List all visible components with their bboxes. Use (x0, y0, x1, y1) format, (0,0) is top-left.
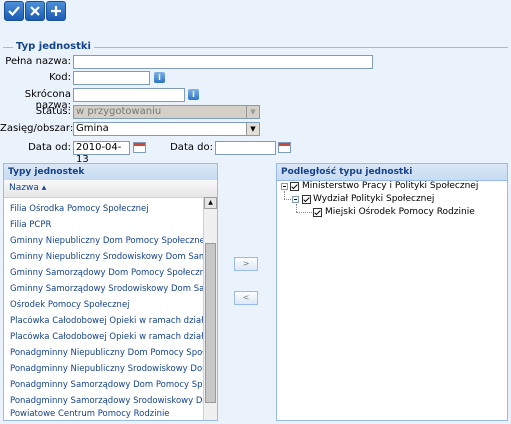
date-from-label: Data od: (28, 142, 71, 153)
list-item[interactable]: Gminny Niepubliczny Dom Pomocy Społeczne… (10, 236, 204, 246)
save-button[interactable] (4, 1, 24, 21)
scroll-up-icon[interactable]: ▲ (204, 197, 217, 209)
date-to-input[interactable] (215, 141, 276, 155)
tree-connector (296, 212, 312, 213)
move-left-button[interactable]: < (234, 291, 258, 305)
list-item[interactable]: Placówka Całodobowej Opieki w ramach dzi… (10, 332, 204, 342)
tree-node[interactable]: Ministerstwo Pracy i Polityki Społecznej (302, 181, 478, 191)
subordination-panel: Podległość typu jednostki Ministerstwo P… (276, 163, 508, 421)
unit-types-panel: Typy jednostek Nazwa ▴ Filia Ośrodka Pom… (3, 163, 218, 421)
list-item[interactable]: Placówka Całodobowej Opieki w ramach dzi… (10, 316, 204, 326)
status-label: Status: (35, 106, 71, 117)
list-item[interactable]: Powiatowe Centrum Pomocy Rodzinie (10, 409, 204, 419)
calendar-icon[interactable] (278, 142, 291, 153)
cancel-button[interactable] (25, 1, 45, 21)
calendar-icon[interactable] (133, 142, 146, 153)
panel-title: Typy jednostek (4, 164, 217, 181)
toolbar (0, 0, 511, 30)
list-item[interactable]: Gminny Samorządowy Dom Pomocy Społecznej (10, 268, 204, 278)
vertical-scrollbar[interactable]: ▲ (203, 197, 217, 420)
scope-value: Gmina (76, 123, 109, 134)
chevron-down-icon[interactable]: ▼ (246, 123, 259, 135)
check-icon (8, 6, 20, 17)
date-from-input[interactable]: 2010-04-13 (73, 141, 130, 165)
scope-label: Zasięg/obszar: (0, 123, 74, 134)
status-value: w przygotowaniu (76, 106, 162, 117)
code-info-icon[interactable]: i (154, 72, 165, 83)
tree-connector (284, 199, 291, 200)
list-item[interactable]: Filia Ośrodka Pomocy Społecznej (10, 204, 204, 214)
tree-connector (296, 204, 297, 212)
tree-connector (284, 191, 285, 199)
list-item[interactable]: Ponadgminny Niepubliczny Środowiskowy Do… (10, 364, 204, 374)
plus-icon (51, 6, 61, 16)
code-label: Kod: (49, 72, 71, 83)
status-select: w przygotowaniu ▼ (73, 105, 260, 119)
close-icon (30, 6, 40, 16)
tree-node[interactable]: Wydział Polityki Społecznej (313, 194, 434, 204)
move-right-button[interactable]: > (234, 257, 258, 271)
list-item[interactable]: Ponadgminny Samorządowy Dom Pomocy Społe… (10, 380, 204, 390)
collapse-icon[interactable] (292, 196, 299, 203)
panel-title: Podległość typu jednostki (277, 164, 507, 181)
scope-select[interactable]: Gmina ▼ (73, 122, 260, 136)
list-item[interactable]: Ponadgminny Samorządowy Środowiskowy Dom… (10, 396, 204, 406)
short-name-input[interactable] (73, 88, 185, 102)
fieldset-legend: Typ jednostki (13, 41, 94, 52)
add-button[interactable] (46, 1, 66, 21)
tree-checkbox[interactable] (290, 182, 299, 191)
list-item[interactable]: Filia PCPR (10, 220, 204, 230)
full-name-input[interactable] (73, 55, 373, 69)
list-item[interactable]: Ośrodek Pomocy Społecznej (10, 300, 204, 310)
tree-node[interactable]: Miejski Ośrodek Pomocy Rodzinie (325, 207, 475, 217)
collapse-icon[interactable] (281, 183, 288, 190)
full-name-label: Pełna nazwa: (5, 56, 71, 67)
tree-checkbox[interactable] (313, 208, 322, 217)
scroll-thumb[interactable] (205, 243, 216, 403)
code-input[interactable] (73, 71, 150, 85)
column-header-name[interactable]: Nazwa ▴ (4, 180, 217, 198)
list-item[interactable]: Gminny Samorządowy Środowiskowy Dom Samo… (10, 284, 204, 294)
list-item[interactable]: Ponadgminny Niepubliczny Dom Pomocy Społ… (10, 348, 204, 358)
short-name-info-icon[interactable]: i (188, 89, 199, 100)
chevron-down-icon: ▼ (246, 106, 259, 118)
list-item[interactable]: Gminny Niepubliczny Środowiskowy Dom Sam… (10, 252, 204, 262)
tree-checkbox[interactable] (302, 195, 311, 204)
date-to-label: Data do: (170, 142, 213, 153)
